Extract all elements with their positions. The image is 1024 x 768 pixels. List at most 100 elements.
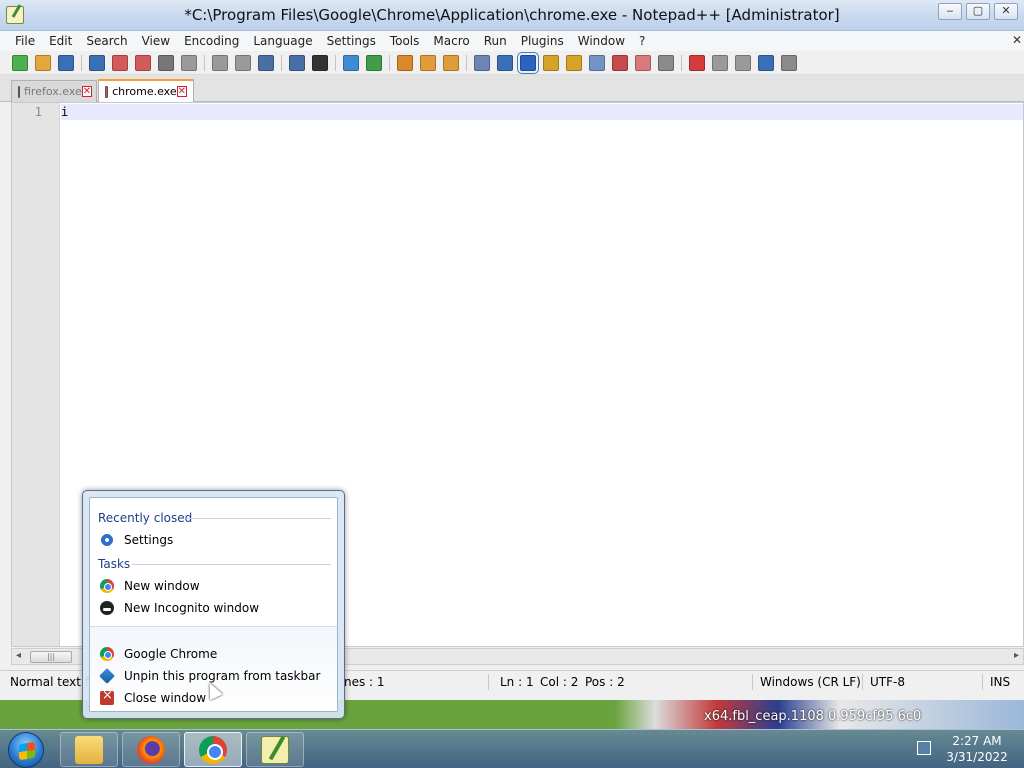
toolbar-button-icon[interactable] — [135, 54, 151, 71]
menu-window[interactable]: Window — [571, 34, 632, 48]
taskbar-notepad-plus-plus[interactable] — [246, 732, 304, 767]
current-line-highlight — [61, 104, 1023, 120]
toolbar-button-icon[interactable] — [112, 54, 128, 71]
jump-item-new-window[interactable]: New window — [100, 579, 200, 593]
scroll-left-icon[interactable]: ◂ — [16, 650, 21, 661]
toolbar-button-icon[interactable] — [235, 54, 251, 71]
toolbar-button-icon[interactable] — [635, 54, 651, 71]
tab-label: chrome.exe — [112, 85, 177, 98]
close-button[interactable]: ✕ — [994, 3, 1018, 20]
scroll-right-icon[interactable]: ▸ — [1014, 650, 1019, 661]
toolbar-button-icon[interactable] — [420, 54, 436, 71]
toolbar-separator — [204, 54, 205, 71]
document-icon — [18, 85, 20, 98]
toolbar-button-icon[interactable] — [343, 54, 359, 71]
menu-help[interactable]: ? — [632, 34, 652, 48]
status-position: Pos : 2 — [585, 675, 625, 689]
menu-settings[interactable]: Settings — [320, 34, 383, 48]
toolbar-button-icon[interactable] — [158, 54, 174, 71]
toolbar-button-icon[interactable] — [289, 54, 305, 71]
desktop-filename-text: x64.fbl_ceap.1108 0.959cf95 6c0 — [704, 709, 922, 724]
system-clock[interactable]: 2:27 AM 3/31/2022 — [946, 733, 1008, 765]
pin-icon — [99, 668, 115, 684]
toolbar-button-icon[interactable] — [781, 54, 797, 71]
toolbar-separator — [281, 54, 282, 71]
toolbar-button-icon[interactable] — [758, 54, 774, 71]
maximize-button[interactable]: ▢ — [966, 3, 990, 20]
editor-text[interactable]: i — [61, 105, 68, 119]
chrome-icon — [100, 579, 114, 593]
toolbar-button-icon[interactable] — [566, 54, 582, 71]
menu-plugins[interactable]: Plugins — [514, 34, 571, 48]
toolbar-button-icon[interactable] — [397, 54, 413, 71]
status-divider — [862, 674, 863, 690]
line-number-gutter: 1 — [12, 103, 60, 646]
taskbar-firefox[interactable] — [122, 732, 180, 767]
toolbar-button-icon[interactable] — [181, 54, 197, 71]
toolbar-button-icon[interactable] — [689, 54, 705, 71]
scrollbar-thumb[interactable]: ||| — [30, 651, 72, 663]
status-eol: Windows (CR LF) — [760, 675, 861, 689]
toolbar-button-icon[interactable] — [89, 54, 105, 71]
tab-close-icon[interactable]: ✕ — [176, 86, 187, 97]
toolbar-button-icon[interactable] — [312, 54, 328, 71]
toolbar-button-icon[interactable] — [612, 54, 628, 71]
toolbar-button-icon[interactable] — [712, 54, 728, 71]
tasks-heading: Tasks — [98, 557, 131, 571]
jump-item-label: New Incognito window — [124, 601, 260, 615]
status-divider — [488, 674, 489, 690]
taskbar — [0, 729, 1024, 768]
toolbar-button-icon[interactable] — [212, 54, 228, 71]
tab-firefox-exe[interactable]: firefox.exe ✕ — [11, 80, 97, 102]
jump-item-google-chrome[interactable]: Google Chrome — [100, 647, 217, 661]
toolbar-button-icon[interactable] — [35, 54, 51, 71]
tab-bar: firefox.exe ✕ chrome.exe ✕ — [0, 75, 1024, 102]
taskbar-file-explorer[interactable] — [60, 732, 118, 767]
jump-item-unpin[interactable]: Unpin this program from taskbar — [99, 668, 320, 684]
minimize-button[interactable]: ‒ — [938, 3, 962, 20]
toolbar-button-icon[interactable] — [58, 54, 74, 71]
close-document-icon[interactable]: ✕ — [1012, 33, 1022, 47]
toolbar-separator — [81, 54, 82, 71]
toolbar-button-icon[interactable] — [735, 54, 751, 71]
menu-view[interactable]: View — [135, 34, 177, 48]
toolbar-button-icon[interactable] — [543, 54, 559, 71]
jump-item-settings[interactable]: Settings — [100, 533, 173, 547]
toolbar-button-icon[interactable] — [12, 54, 28, 71]
toolbar-separator — [389, 54, 390, 71]
toolbar-button-icon[interactable] — [474, 54, 490, 71]
toolbar-button-icon[interactable] — [443, 54, 459, 71]
menu-edit[interactable]: Edit — [42, 34, 79, 48]
toolbar-button-icon[interactable] — [258, 54, 274, 71]
menu-run[interactable]: Run — [477, 34, 514, 48]
jump-item-new-incognito-window[interactable]: New Incognito window — [100, 601, 259, 615]
window-controls: ‒ ▢ ✕ — [938, 3, 1018, 20]
window-title: *C:\Program Files\Google\Chrome\Applicat… — [184, 6, 840, 24]
jump-item-label: Close window — [124, 691, 207, 705]
menu-tools[interactable]: Tools — [383, 34, 427, 48]
status-line: Ln : 1 — [500, 675, 534, 689]
title-bar[interactable]: *C:\Program Files\Google\Chrome\Applicat… — [0, 0, 1024, 31]
notepad-plus-plus-icon[interactable] — [6, 6, 24, 24]
modified-document-icon — [105, 85, 109, 98]
toolbar-button-icon[interactable] — [517, 51, 539, 74]
status-encoding: UTF-8 — [870, 675, 905, 689]
jump-item-close-window[interactable]: Close window — [100, 688, 207, 705]
menu-search[interactable]: Search — [79, 34, 134, 48]
toolbar-button-icon[interactable] — [497, 54, 513, 71]
tab-close-icon[interactable]: ✕ — [81, 86, 93, 97]
tab-chrome-exe[interactable]: chrome.exe ✕ — [98, 79, 194, 102]
start-button[interactable] — [8, 732, 44, 768]
toolbar-button-icon[interactable] — [366, 54, 382, 71]
toolbar-button-icon[interactable] — [658, 54, 674, 71]
taskbar-chrome[interactable] — [184, 732, 242, 767]
menu-bar: File Edit Search View Encoding Language … — [0, 31, 1024, 51]
menu-language[interactable]: Language — [246, 34, 319, 48]
menu-macro[interactable]: Macro — [426, 34, 476, 48]
toolbar-button-icon[interactable] — [589, 54, 605, 71]
tab-label: firefox.exe — [24, 85, 82, 98]
toolbar — [0, 51, 1024, 75]
menu-file[interactable]: File — [8, 34, 42, 48]
menu-encoding[interactable]: Encoding — [177, 34, 246, 48]
network-icon[interactable] — [917, 741, 931, 755]
